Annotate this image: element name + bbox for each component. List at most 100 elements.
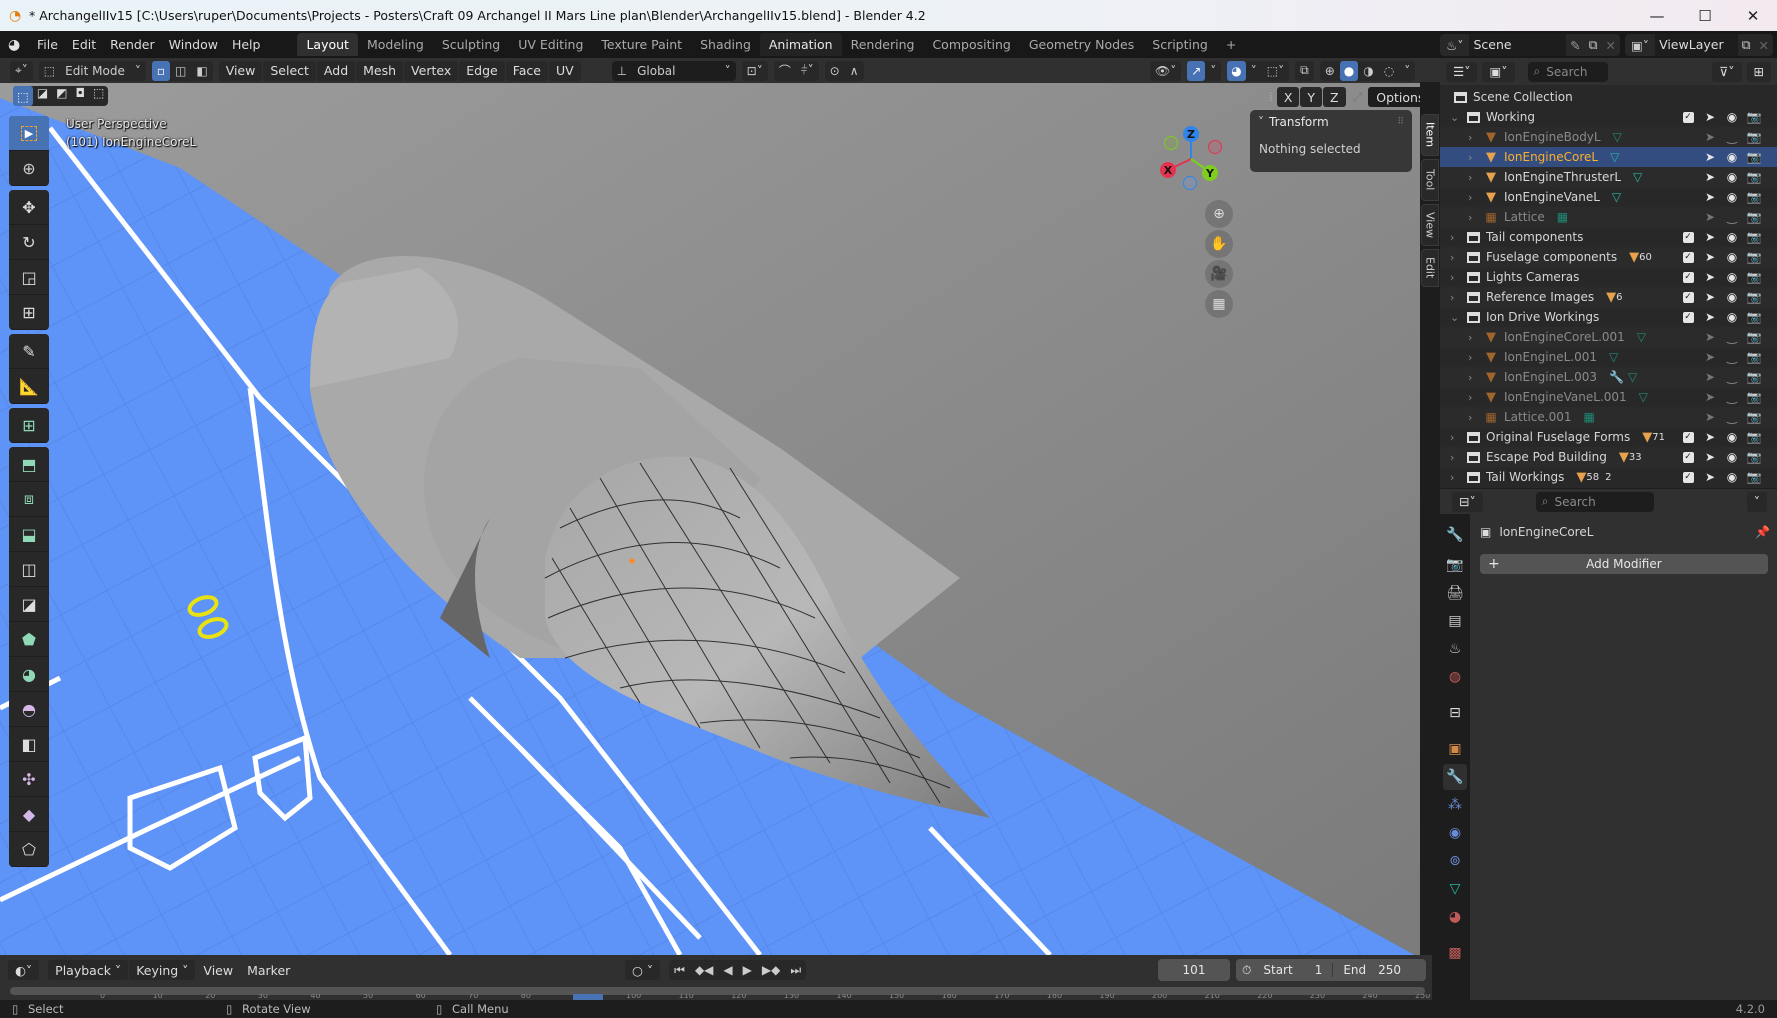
render-camera-icon[interactable]: 📷: [1745, 428, 1763, 446]
minimize-button[interactable]: —: [1633, 0, 1681, 31]
mirror-y-toggle[interactable]: Y: [1300, 87, 1323, 107]
mirror-z-toggle[interactable]: Z: [1323, 87, 1346, 107]
visibility-eye-icon[interactable]: ◉: [1723, 308, 1741, 326]
spin-tool[interactable]: ◕: [9, 657, 49, 692]
add-modifier-button[interactable]: + Add Modifier: [1480, 554, 1768, 574]
expand-chevron-down-icon[interactable]: ⌄: [1450, 311, 1464, 324]
visibility-eye-icon[interactable]: ◉: [1723, 428, 1741, 446]
start-frame-field[interactable]: 1: [1315, 963, 1323, 977]
drag-handle-icon[interactable]: ⠿: [1397, 117, 1404, 127]
outliner-collection-row[interactable]: › Original Fuselage Forms ▼ 71 ✓ ➤ ◉ 📷: [1440, 427, 1777, 447]
outliner-collection-row[interactable]: › Tail Workings ▼ 58 2 ✓ ➤ ◉ 📷: [1440, 467, 1777, 487]
view-layer-tab-icon[interactable]: ▤: [1443, 608, 1467, 634]
marker-menu[interactable]: Marker: [240, 960, 297, 980]
gizmo-neg-z[interactable]: [1183, 176, 1197, 190]
menu-window[interactable]: Window: [162, 37, 225, 52]
world-tab-icon[interactable]: ◍: [1443, 664, 1467, 690]
data-tab-icon[interactable]: ▽: [1443, 876, 1467, 902]
gizmo-neg-y[interactable]: [1164, 136, 1178, 150]
visibility-hidden-icon[interactable]: ‿: [1723, 208, 1741, 226]
mesh-edit-overlay-icon[interactable]: ⬚˅: [1262, 64, 1289, 78]
move-tool[interactable]: ✥: [9, 190, 49, 225]
chevron-down-icon[interactable]: ˅: [1399, 64, 1415, 78]
outliner-collection-row[interactable]: ⌄ Ion Drive Workings ✓ ➤ ◉ 📷: [1440, 307, 1777, 327]
wireframe-shading-icon[interactable]: ⊕: [1320, 64, 1340, 78]
tab-sculpting[interactable]: Sculpting: [433, 33, 509, 56]
render-camera-icon[interactable]: 📷: [1745, 308, 1763, 326]
transform-tool[interactable]: ⊞: [9, 295, 49, 330]
visibility-eye-icon[interactable]: ◉: [1723, 168, 1741, 186]
visibility-eye-icon[interactable]: ◉: [1723, 108, 1741, 126]
selectable-arrow-icon[interactable]: ➤: [1701, 168, 1719, 186]
play-reverse-icon[interactable]: ◀: [718, 963, 737, 977]
output-tab-icon[interactable]: 🖨: [1443, 580, 1467, 606]
menu-edit[interactable]: Edit: [65, 37, 103, 52]
cursor-tool[interactable]: ⊕: [9, 151, 49, 186]
vertex-select-button[interactable]: ▫: [151, 60, 170, 81]
outliner-object-row[interactable]: › ▼ IonEngineCoreL ▽ ➤ ◉ 📷: [1440, 147, 1777, 167]
menu-file[interactable]: File: [30, 37, 65, 52]
selectable-arrow-icon[interactable]: ➤: [1701, 328, 1719, 346]
sidebar-tab-view[interactable]: View: [1421, 204, 1439, 246]
expand-chevron-right-icon[interactable]: ›: [1450, 291, 1464, 304]
modifier-tab-icon[interactable]: 🔧: [1443, 764, 1467, 790]
expand-chevron-right-icon[interactable]: ›: [1450, 271, 1464, 284]
transform-panel-header[interactable]: ˅ Transform ⠿: [1250, 110, 1412, 134]
selectability-dropdown[interactable]: 👁˅: [1150, 60, 1182, 81]
selectable-arrow-icon[interactable]: ➤: [1701, 428, 1719, 446]
shear-tool[interactable]: ◆: [9, 797, 49, 832]
loop-cut-tool[interactable]: ◫: [9, 552, 49, 587]
render-tab-icon[interactable]: 📷: [1443, 552, 1467, 578]
outliner-object-row[interactable]: › ▼ IonEngineL.001 ▽ ➤ ‿ 📷: [1440, 347, 1777, 367]
render-camera-icon[interactable]: 📷: [1745, 348, 1763, 366]
render-camera-icon[interactable]: 📷: [1745, 108, 1763, 126]
next-keyframe-icon[interactable]: ▶◆: [757, 963, 785, 977]
menu-view[interactable]: View: [218, 60, 263, 81]
scene-selector[interactable]: ♨˅ Scene ✎ ⧉ ✕: [1440, 34, 1620, 56]
rotate-tool[interactable]: ↻: [9, 225, 49, 260]
tool-tab-icon[interactable]: 🔧: [1443, 522, 1467, 548]
edge-select-button[interactable]: ◫: [170, 64, 191, 78]
tab-layout[interactable]: Layout: [297, 33, 358, 56]
viewlayer-selector[interactable]: ▣˅ ViewLayer ⧉ ✕: [1625, 34, 1773, 56]
expand-chevron-right-icon[interactable]: ›: [1468, 411, 1482, 424]
visibility-eye-icon[interactable]: ◉: [1723, 268, 1741, 286]
select-extend-icon[interactable]: ◪: [33, 86, 52, 106]
prev-keyframe-icon[interactable]: ◆◀: [690, 963, 718, 977]
constraints-tab-icon[interactable]: ⊚: [1443, 848, 1467, 874]
visibility-hidden-icon[interactable]: ‿: [1723, 328, 1741, 346]
exclude-checkbox[interactable]: ✓: [1679, 448, 1697, 466]
expand-chevron-down-icon[interactable]: ⌄: [1450, 111, 1464, 124]
menu-select[interactable]: Select: [263, 60, 316, 81]
new-viewlayer-icon[interactable]: ⧉: [1738, 37, 1755, 53]
sidebar-tab-item[interactable]: Item: [1421, 114, 1439, 156]
select-box-tool[interactable]: ▶: [9, 116, 49, 151]
expand-chevron-right-icon[interactable]: ›: [1468, 171, 1482, 184]
exclude-spacer[interactable]: [1679, 148, 1697, 166]
outliner-editor-type-icon[interactable]: ☰˅: [1446, 61, 1478, 82]
edge-slide-tool[interactable]: ◧: [9, 727, 49, 762]
extrude-region-tool[interactable]: ⬒: [9, 447, 49, 482]
orientation-dropdown[interactable]: ⊥ Global ˅: [611, 60, 736, 81]
selectable-arrow-icon[interactable]: ➤: [1701, 448, 1719, 466]
collection-tab-icon[interactable]: ⊟: [1443, 700, 1467, 726]
render-camera-icon[interactable]: 📷: [1745, 388, 1763, 406]
exclude-checkbox[interactable]: ✓: [1679, 288, 1697, 306]
outliner-collection-row[interactable]: › Fuselage components ▼ 60 ✓ ➤ ◉ 📷: [1440, 247, 1777, 267]
visibility-hidden-icon[interactable]: ‿: [1723, 128, 1741, 146]
add-workspace-button[interactable]: +: [1217, 33, 1245, 56]
render-camera-icon[interactable]: 📷: [1745, 268, 1763, 286]
pin-icon[interactable]: 📌: [1755, 525, 1770, 539]
mode-selector[interactable]: ⬚ Edit Mode ˅: [38, 60, 146, 81]
expand-chevron-right-icon[interactable]: ›: [1468, 191, 1482, 204]
face-select-button[interactable]: ◧: [191, 64, 212, 78]
exclude-checkbox[interactable]: ✓: [1679, 248, 1697, 266]
outliner-search-input[interactable]: ⌕ Search: [1527, 61, 1608, 82]
outliner-collection-row[interactable]: › Reference Images ▼ 6 ✓ ➤ ◉ 📷: [1440, 287, 1777, 307]
selectable-arrow-icon[interactable]: ➤: [1701, 208, 1719, 226]
selectable-arrow-icon[interactable]: ➤: [1701, 228, 1719, 246]
timeline-editor-type-icon[interactable]: ◐˅: [8, 960, 40, 980]
gizmo-x-axis[interactable]: X: [1160, 162, 1176, 178]
exclude-spacer[interactable]: [1679, 348, 1697, 366]
render-camera-icon[interactable]: 📷: [1745, 328, 1763, 346]
